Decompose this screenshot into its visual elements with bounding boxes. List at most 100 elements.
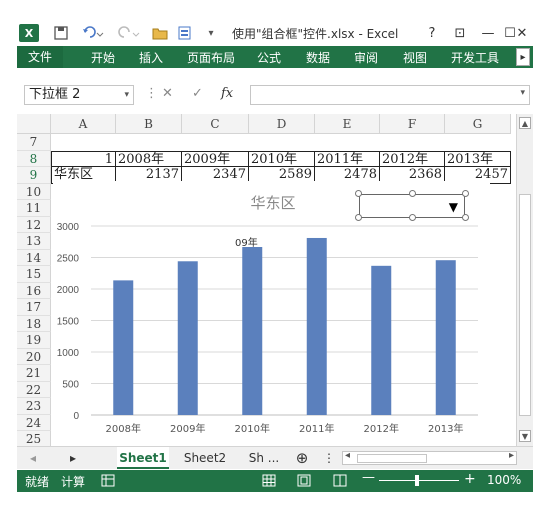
- resize-handle[interactable]: [409, 190, 416, 197]
- chevron-down-icon[interactable]: ▾: [124, 86, 129, 104]
- row-header[interactable]: 14: [17, 249, 51, 266]
- resize-handle[interactable]: [355, 190, 362, 197]
- zoom-level[interactable]: 100%: [487, 473, 521, 487]
- tab-page-layout[interactable]: 页面布局: [187, 49, 235, 66]
- row-header[interactable]: 8: [17, 150, 51, 167]
- macro-record-icon[interactable]: [101, 474, 115, 490]
- form-icon[interactable]: [177, 24, 197, 42]
- help-button[interactable]: ?: [421, 23, 443, 43]
- horizontal-scrollbar[interactable]: ◂ ▸: [342, 450, 517, 465]
- table-cell[interactable]: 1: [51, 150, 116, 167]
- resize-handle[interactable]: [409, 214, 416, 221]
- hscroll-thumb[interactable]: [357, 454, 427, 463]
- bar: [177, 261, 198, 415]
- zoom-slider-thumb[interactable]: [415, 475, 419, 486]
- dropdown-arrow-icon[interactable]: ▼: [449, 200, 458, 214]
- row-header[interactable]: 18: [17, 315, 51, 332]
- name-box[interactable]: 下拉框 2 ▾: [24, 85, 134, 105]
- scroll-thumb[interactable]: [519, 194, 531, 416]
- tab-developer[interactable]: 开发工具: [451, 49, 499, 66]
- column-header[interactable]: B: [116, 114, 182, 134]
- scroll-up-icon[interactable]: ▲: [519, 117, 531, 129]
- row-header[interactable]: 12: [17, 216, 51, 233]
- zoom-in-button[interactable]: +: [464, 471, 476, 487]
- bar: [242, 244, 263, 415]
- row-header[interactable]: 16: [17, 282, 51, 299]
- x-tick-label: 2012年: [364, 422, 399, 435]
- page-break-view-icon[interactable]: [333, 474, 347, 490]
- row-header[interactable]: 9: [17, 167, 51, 184]
- customize-qat-icon[interactable]: ▾: [205, 24, 217, 42]
- resize-handle[interactable]: [462, 214, 469, 221]
- tab-sheet-more[interactable]: Sh ...: [241, 447, 287, 469]
- row-header[interactable]: 22: [17, 381, 51, 398]
- scroll-left-icon[interactable]: ◂: [345, 450, 350, 461]
- tab-formulas[interactable]: 公式: [257, 49, 281, 66]
- resize-handle[interactable]: [355, 214, 362, 221]
- row-header[interactable]: 24: [17, 414, 51, 431]
- tab-sheet1[interactable]: Sheet1: [117, 447, 169, 469]
- open-folder-icon[interactable]: [151, 24, 169, 42]
- column-header[interactable]: G: [445, 114, 511, 134]
- row-header[interactable]: 23: [17, 398, 51, 415]
- bar: [113, 280, 134, 415]
- vertical-scrollbar[interactable]: ▲ ▼: [516, 114, 533, 446]
- scroll-down-icon[interactable]: ▼: [519, 430, 531, 442]
- tab-insert[interactable]: 插入: [139, 49, 163, 66]
- column-header[interactable]: A: [51, 114, 116, 134]
- scroll-right-icon[interactable]: ▸: [509, 450, 514, 461]
- table-cell[interactable]: 2010年: [249, 150, 315, 167]
- zoom-out-button[interactable]: —: [362, 470, 375, 485]
- column-header[interactable]: F: [380, 114, 445, 134]
- page-layout-view-icon[interactable]: [297, 474, 311, 490]
- row-header[interactable]: 7: [17, 134, 51, 151]
- minimize-button[interactable]: —: [477, 23, 499, 43]
- row-header[interactable]: 25: [17, 431, 51, 446]
- close-button[interactable]: ✕: [511, 23, 533, 43]
- bar: [306, 237, 327, 415]
- next-sheet-icon[interactable]: ▸: [65, 447, 81, 469]
- row-header[interactable]: 13: [17, 233, 51, 250]
- chevron-down-icon[interactable]: ▾: [520, 88, 525, 98]
- column-header[interactable]: C: [182, 114, 249, 134]
- tab-home[interactable]: 开始: [91, 49, 115, 66]
- x-tick-label: 2011年: [299, 422, 334, 435]
- tab-data[interactable]: 数据: [306, 49, 330, 66]
- row-header[interactable]: 15: [17, 266, 51, 283]
- row-header[interactable]: 20: [17, 348, 51, 365]
- status-calculate[interactable]: 计算: [61, 473, 85, 490]
- tab-review[interactable]: 审阅: [354, 49, 378, 66]
- save-icon[interactable]: [53, 24, 69, 42]
- table-cell[interactable]: 2012年: [380, 150, 445, 167]
- cancel-icon[interactable]: ✕: [162, 86, 173, 101]
- ribbon-scroll-button[interactable]: ▸: [516, 48, 530, 66]
- row-header[interactable]: 17: [17, 299, 51, 316]
- formula-input[interactable]: ▾: [250, 85, 530, 105]
- y-tick-label: 1500: [57, 317, 80, 328]
- row-header[interactable]: 10: [17, 183, 51, 200]
- undo-icon[interactable]: [81, 24, 105, 42]
- row-header[interactable]: 11: [17, 200, 51, 217]
- add-sheet-icon[interactable]: ⊕: [291, 447, 313, 469]
- table-cell[interactable]: 2013年: [445, 150, 511, 167]
- select-all-corner[interactable]: [17, 114, 51, 134]
- column-header[interactable]: D: [249, 114, 315, 134]
- normal-view-icon[interactable]: [262, 474, 276, 490]
- column-header[interactable]: E: [315, 114, 380, 134]
- prev-sheet-icon[interactable]: ◂: [25, 447, 41, 469]
- zoom-slider-track[interactable]: [379, 480, 459, 481]
- row-header[interactable]: 21: [17, 365, 51, 382]
- tab-view[interactable]: 视图: [403, 49, 427, 66]
- tab-sheet2[interactable]: Sheet2: [177, 447, 233, 469]
- bar-chart[interactable]: 0 500 1000 1500 2000 2500 3000 2008年 2009年 2010年 2…: [53, 181, 490, 446]
- table-cell[interactable]: 2011年: [315, 150, 380, 167]
- table-cell[interactable]: 2008年: [116, 150, 182, 167]
- redo-icon[interactable]: [117, 24, 141, 42]
- resize-handle[interactable]: [462, 190, 469, 197]
- row-header[interactable]: 19: [17, 332, 51, 349]
- tab-file[interactable]: 文件: [17, 46, 63, 68]
- enter-icon[interactable]: ✓: [192, 86, 203, 101]
- table-cell[interactable]: 2009年: [182, 150, 249, 167]
- ribbon-display-button[interactable]: ⊡: [449, 23, 471, 43]
- insert-function-icon[interactable]: fx: [221, 86, 233, 101]
